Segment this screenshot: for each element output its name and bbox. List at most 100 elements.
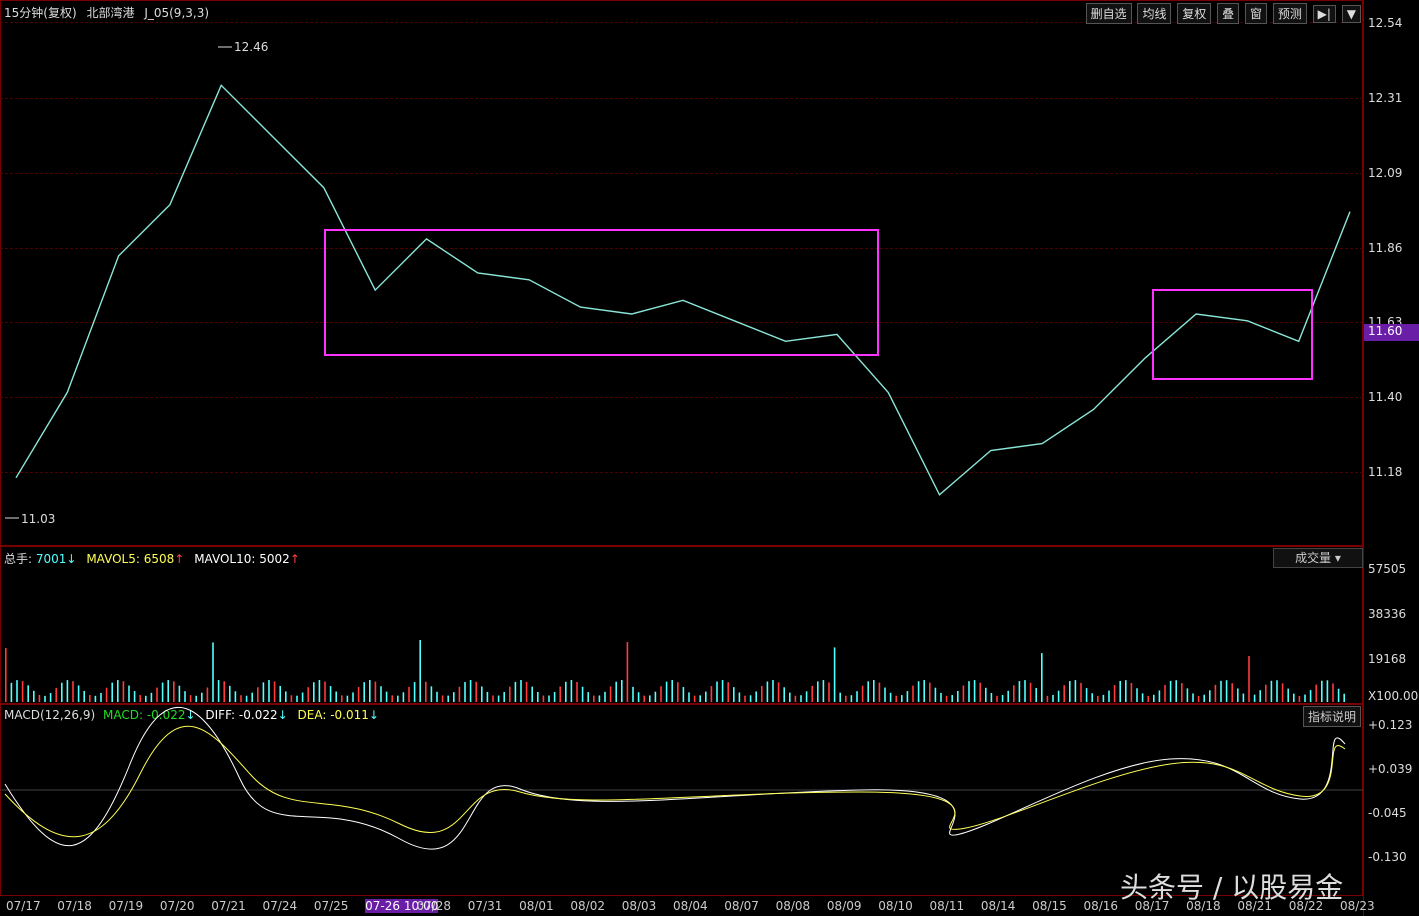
price-path — [15, 84, 1351, 496]
date-label: 08/02 — [570, 899, 605, 913]
volume-bars — [5, 640, 1345, 702]
price-tick: 12.54 — [1368, 16, 1403, 30]
volume-bar — [346, 695, 349, 702]
volume-bar — [548, 695, 550, 702]
date-label: 08/15 — [1032, 899, 1067, 913]
volume-bar — [1281, 683, 1284, 702]
current-price-badge: 11.60 — [1364, 324, 1419, 341]
volume-bar — [100, 692, 102, 702]
volume-bar — [665, 681, 668, 702]
volume-bar — [1298, 695, 1301, 702]
volume-bar — [335, 691, 337, 702]
volume-bar — [923, 680, 925, 702]
volume-bar — [789, 692, 791, 702]
volume-bar — [1169, 680, 1172, 702]
volume-bar — [1007, 690, 1009, 702]
volume-bar — [133, 691, 136, 702]
volume-bar — [856, 691, 858, 702]
volume-bar — [598, 695, 601, 702]
date-label: 07/24 — [262, 899, 298, 913]
volume-bar — [497, 695, 500, 702]
volume-bar — [783, 687, 785, 702]
volume-bar — [1013, 685, 1015, 702]
volume-bar — [1097, 695, 1099, 702]
volume-bar — [251, 692, 253, 702]
volume-bar — [906, 691, 909, 702]
volume-bar — [710, 686, 713, 702]
volume-bar — [637, 692, 640, 702]
volume-bar — [1080, 682, 1082, 702]
volume-bar — [1130, 683, 1133, 702]
volume-bar — [727, 682, 729, 702]
volume-bar — [1309, 690, 1312, 702]
volume-bar — [38, 694, 41, 702]
volume-bar — [1175, 680, 1177, 702]
volume-bar — [1125, 680, 1127, 702]
volume-tick: 38336 — [1368, 607, 1407, 621]
volume-bar — [341, 695, 343, 702]
volume-bar — [800, 695, 802, 702]
volume-bar — [1035, 687, 1037, 702]
volume-bar — [1332, 683, 1334, 702]
volume-bar — [1276, 680, 1278, 702]
volume-bar — [139, 695, 141, 702]
volume-bar — [811, 685, 813, 702]
volume-bar — [469, 680, 472, 702]
volume-bar — [1147, 695, 1149, 702]
volume-bar — [307, 687, 309, 702]
volume-bar — [671, 680, 673, 702]
consolidation-box-left — [324, 229, 879, 356]
volume-bar — [363, 682, 365, 702]
macd-tick: -0.045 — [1368, 806, 1407, 820]
volume-bar — [475, 681, 477, 702]
volume-bar — [1074, 680, 1077, 702]
date-label: 08/01 — [519, 899, 554, 913]
volume-bar — [1315, 684, 1317, 702]
volume-bar — [49, 693, 52, 702]
price-tick: 12.09 — [1368, 166, 1403, 180]
volume-bar — [94, 695, 97, 702]
volume-bar — [867, 681, 869, 702]
volume-bar — [1085, 688, 1088, 702]
volume-bar — [1293, 693, 1295, 702]
volume-bar — [581, 686, 584, 702]
volume-bar — [453, 692, 455, 702]
volume-bar — [145, 695, 147, 702]
volume-bar — [805, 691, 808, 702]
volume-bar — [178, 685, 181, 702]
volume-bar — [1321, 680, 1323, 702]
volume-bar — [1248, 655, 1250, 702]
price-tick: 11.18 — [1368, 465, 1403, 479]
volume-bar — [985, 687, 987, 702]
volume-bar — [1136, 688, 1138, 702]
volume-bar — [1046, 695, 1049, 702]
volume-bar — [419, 640, 421, 702]
volume-bar — [117, 680, 119, 702]
volume-bar — [621, 680, 623, 702]
volume-bar — [979, 682, 981, 702]
volume-bar — [520, 680, 522, 702]
volume-bar — [357, 687, 360, 702]
volume-bar — [1102, 694, 1105, 702]
volume-bar — [559, 686, 561, 702]
volume-bar — [402, 692, 405, 702]
volume-bar — [1141, 693, 1144, 702]
volume-bar — [996, 695, 998, 702]
volume-bar — [413, 682, 416, 702]
volume-bar — [369, 680, 371, 702]
volume-bar — [699, 695, 701, 702]
volume-bar — [542, 695, 545, 702]
date-label: 08/11 — [929, 899, 965, 913]
volume-bar — [912, 685, 914, 702]
volume-bar — [677, 682, 679, 702]
volume-bar — [301, 692, 304, 702]
volume-bar — [223, 681, 225, 702]
volume-bar — [273, 681, 276, 702]
date-label: 08/10 — [878, 899, 913, 913]
volume-bar — [587, 692, 589, 702]
volume-bar — [391, 695, 393, 702]
volume-bar — [643, 695, 645, 702]
volume-bar — [609, 686, 612, 702]
watermark: 头条号 / 以股易金 — [1120, 871, 1344, 904]
volume-bar — [234, 691, 237, 702]
